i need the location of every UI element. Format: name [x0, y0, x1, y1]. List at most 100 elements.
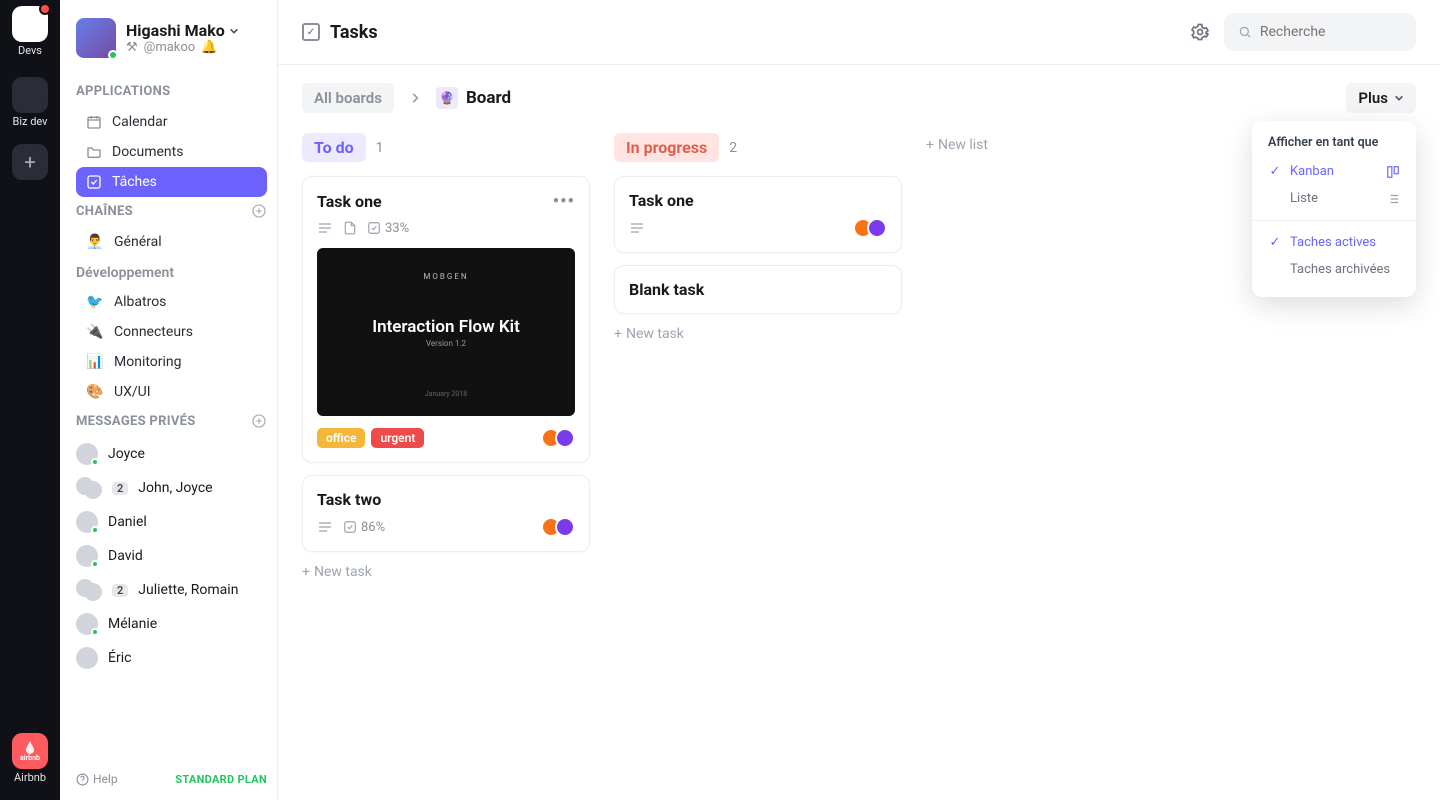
tag-urgent: urgent — [371, 428, 424, 448]
task-card[interactable]: Blank task — [614, 265, 902, 314]
help-icon — [76, 773, 89, 786]
dm-avatar-pair — [76, 579, 102, 601]
add-channel-button[interactable] — [251, 203, 267, 219]
dm-juliette-romain[interactable]: 2Juliette, Romain — [76, 573, 267, 607]
task-card[interactable]: Task one ••• 33% MOBGEN Interaction Flow… — [302, 176, 590, 463]
dm-eric[interactable]: Éric — [76, 641, 267, 675]
nav-label: Calendar — [112, 114, 168, 130]
breadcrumb-all-boards[interactable]: All boards — [302, 83, 394, 113]
board-emoji-icon: 🔮 — [436, 87, 458, 109]
section-dev: Développement — [76, 265, 267, 281]
settings-button[interactable] — [1190, 22, 1210, 42]
user-handle: ⚒ @makoo 🔔 — [126, 40, 239, 55]
dm-david[interactable]: David — [76, 539, 267, 573]
card-title: Blank task — [629, 280, 704, 299]
description-icon — [317, 521, 333, 533]
view-option-list[interactable]: Liste — [1252, 185, 1416, 212]
workspace-label: Devs — [18, 44, 42, 57]
dm-label: Éric — [108, 650, 131, 666]
checklist-progress: 86% — [343, 520, 385, 535]
column-title: In progress — [614, 133, 719, 162]
dm-label: John, Joyce — [138, 480, 212, 496]
workspace-devs[interactable] — [12, 6, 48, 42]
search-box[interactable] — [1224, 13, 1416, 51]
column-todo: To do 1 Task one ••• 33% MOBGEN Interact… — [302, 133, 590, 580]
tag-office: office — [317, 428, 365, 448]
search-icon — [1238, 24, 1252, 40]
assignee-avatars — [547, 517, 575, 537]
view-option-kanban[interactable]: ✓ Kanban — [1252, 158, 1416, 185]
nav-calendar[interactable]: Calendar — [76, 107, 267, 137]
task-card[interactable]: Task one — [614, 176, 902, 253]
page-title: ✓ Tasks — [302, 22, 378, 43]
search-input[interactable] — [1260, 24, 1402, 40]
dropdown-title: Afficher en tant que — [1252, 135, 1416, 158]
dm-avatar — [76, 443, 98, 465]
workspace-airbnb[interactable]: airbnb — [12, 733, 48, 769]
avatar — [76, 18, 116, 58]
channel-label: Albatros — [114, 294, 166, 310]
nav-label: Tâches — [112, 174, 157, 190]
dm-avatar — [76, 545, 98, 567]
workspace-bizdev[interactable] — [12, 77, 48, 113]
channel-general[interactable]: 👨‍💼 Général — [76, 227, 267, 257]
dm-joyce[interactable]: Joyce — [76, 437, 267, 471]
dm-label: David — [108, 548, 143, 564]
chevron-down-icon — [229, 26, 239, 36]
file-icon — [343, 220, 357, 236]
sidebar: Higashi Mako ⚒ @makoo 🔔 APPLICATIONS Cal… — [60, 0, 278, 800]
new-task-button[interactable]: + New task — [302, 564, 590, 580]
dm-john-joyce[interactable]: 2 John, Joyce — [76, 471, 267, 505]
checklist-progress: 33% — [367, 221, 409, 236]
breadcrumb-board[interactable]: 🔮 Board — [436, 87, 511, 109]
bell-icon: 🔔 — [201, 40, 217, 55]
dm-count-badge: 2 — [112, 482, 128, 495]
filter-archived-tasks[interactable]: Taches archivées — [1252, 256, 1416, 283]
card-more-button[interactable]: ••• — [553, 191, 575, 212]
calendar-icon — [86, 114, 102, 130]
chart-emoji-icon: 📊 — [86, 354, 104, 370]
plus-menu-button[interactable]: Plus — [1346, 83, 1416, 113]
description-icon — [629, 222, 645, 234]
channel-albatros[interactable]: 🐦Albatros — [76, 287, 267, 317]
add-workspace-button[interactable]: + — [12, 144, 48, 180]
task-card[interactable]: Task two 86% — [302, 475, 590, 552]
help-link[interactable]: Help — [76, 772, 118, 786]
new-list-button[interactable]: + New list — [926, 133, 988, 153]
dm-melanie[interactable]: Mélanie — [76, 607, 267, 641]
section-dms: MESSAGES PRIVÉS — [76, 413, 267, 429]
chevron-down-icon — [1394, 93, 1404, 103]
column-count: 1 — [376, 140, 384, 156]
chevron-right-icon — [408, 91, 422, 105]
airbnb-icon — [23, 740, 37, 754]
channel-uxui[interactable]: 🎨 UX/UI — [76, 377, 267, 407]
nav-tasks[interactable]: Tâches — [76, 167, 267, 197]
nav-documents[interactable]: Documents — [76, 137, 267, 167]
notification-dot — [39, 3, 51, 15]
channel-label: UX/UI — [114, 384, 151, 400]
channel-connecteurs[interactable]: 🔌Connecteurs — [76, 317, 267, 347]
dm-label: Juliette, Romain — [138, 582, 238, 598]
add-dm-button[interactable] — [251, 413, 267, 429]
new-task-button[interactable]: + New task — [614, 326, 902, 342]
sidebar-footer: Help STANDARD PLAN — [76, 758, 267, 800]
palette-emoji-icon: 🎨 — [86, 384, 104, 400]
nav-label: Documents — [112, 144, 183, 160]
breadcrumb-bar: All boards 🔮 Board Plus Afficher en tant… — [278, 65, 1440, 113]
assignee-avatars — [547, 428, 575, 448]
section-applications: APPLICATIONS — [76, 84, 267, 99]
column-title: To do — [302, 133, 366, 162]
dm-daniel[interactable]: Daniel — [76, 505, 267, 539]
workspace-rail: Devs Biz dev + airbnb Airbnb — [0, 0, 60, 800]
tools-icon: ⚒ — [126, 40, 138, 55]
plus-dropdown: Afficher en tant que ✓ Kanban Liste ✓ Ta… — [1252, 121, 1416, 297]
workspace-label: Airbnb — [14, 771, 46, 784]
user-menu[interactable]: Higashi Mako ⚒ @makoo 🔔 — [76, 18, 267, 58]
filter-active-tasks[interactable]: ✓ Taches actives — [1252, 229, 1416, 256]
dm-avatar-pair — [76, 477, 102, 499]
channel-monitoring[interactable]: 📊Monitoring — [76, 347, 267, 377]
topbar: ✓ Tasks — [278, 0, 1440, 65]
folder-icon — [86, 144, 102, 160]
assignee-avatars — [859, 218, 887, 238]
channel-label: Connecteurs — [114, 324, 193, 340]
